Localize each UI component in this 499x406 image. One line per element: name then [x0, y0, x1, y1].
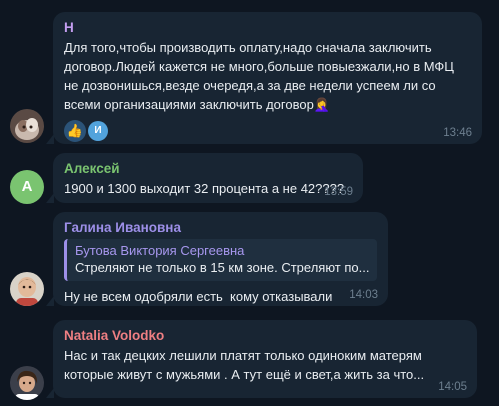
- avatar[interactable]: [10, 109, 44, 143]
- message-time: 14:05: [438, 381, 467, 393]
- sender-name[interactable]: Галина Ивановна: [64, 219, 377, 236]
- avatar[interactable]: А: [10, 170, 44, 204]
- message-text: Для того,чтобы производить оплату,надо с…: [64, 40, 458, 112]
- sender-name[interactable]: Алексей: [64, 160, 352, 177]
- message-bubble[interactable]: Алексей 1900 и 1300 выходит 32 процента …: [46, 153, 363, 203]
- avatar[interactable]: [10, 272, 44, 306]
- reaction-avatar: И: [88, 121, 108, 141]
- reply-quote[interactable]: Бутова Виктория Сергеевна Стреляют не то…: [64, 239, 377, 281]
- message-time: 13:46: [443, 127, 472, 139]
- avatar[interactable]: [10, 366, 44, 400]
- reply-text: Стреляют не только в 15 км зоне. Стреляю…: [75, 260, 369, 275]
- message-text: Нас и так децких лешили платят только од…: [64, 348, 426, 382]
- message-text: 1900 и 1300 выходит 32 процента а не 42?…: [64, 181, 345, 196]
- sender-name[interactable]: Н: [64, 19, 471, 36]
- message-time: 14:03: [349, 289, 378, 301]
- chat-history: Н Для того,чтобы производить оплату,надо…: [0, 0, 499, 406]
- message-bubble[interactable]: Галина Ивановна Бутова Виктория Сергеевн…: [46, 212, 388, 306]
- message-time: 13:59: [324, 186, 353, 198]
- reply-sender-name: Бутова Виктория Сергеевна: [75, 243, 245, 258]
- message-bubble[interactable]: Н Для того,чтобы производить оплату,надо…: [46, 12, 482, 144]
- sender-name[interactable]: Natalia Volodko: [64, 327, 466, 344]
- message-text: Ну не всем одобряли есть кому отказывали: [64, 289, 333, 304]
- thumbs-up-reaction[interactable]: 👍: [64, 120, 86, 142]
- message-bubble[interactable]: Natalia Volodko Нас и так децких лешили …: [46, 320, 477, 398]
- reactions[interactable]: 👍 И: [64, 120, 471, 142]
